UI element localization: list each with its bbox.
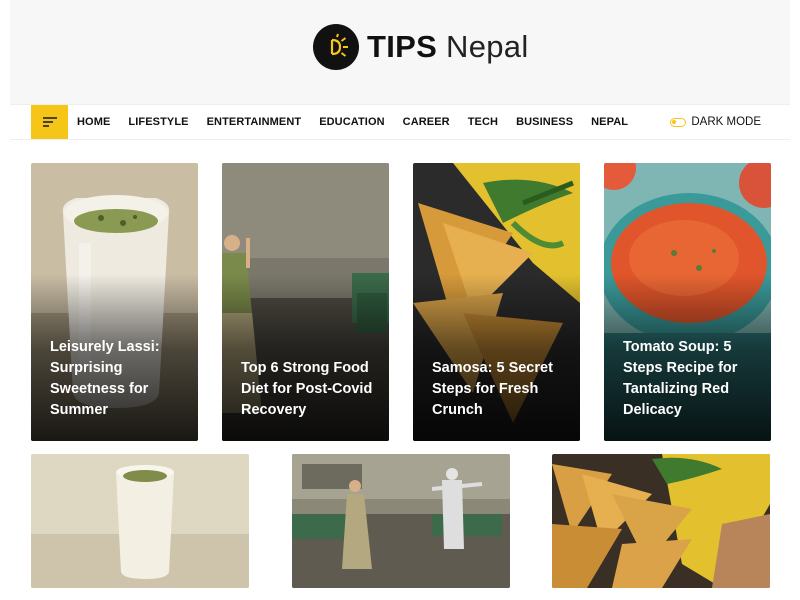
featured-card-covid-diet[interactable]: Top 6 Strong Food Diet for Post-Covid Re… [222, 163, 389, 441]
nav-item-education[interactable]: EDUCATION [319, 116, 384, 128]
dark-mode-label: DARK MODE [691, 116, 761, 128]
thumb-covid-ward[interactable] [292, 454, 510, 588]
logo-text: TIPS Nepal [367, 29, 529, 65]
site-logo[interactable]: TIPS Nepal [313, 23, 529, 71]
featured-card-tomato-soup[interactable]: Tomato Soup: 5 Steps Recipe for Tantaliz… [604, 163, 771, 441]
covid-ward-thumb-image [292, 454, 510, 588]
nav-item-home[interactable]: HOME [77, 116, 110, 128]
lassi-thumb-image [31, 454, 249, 588]
toggle-icon [670, 117, 687, 127]
main-nav: HOME LIFESTYLE ENTERTAINMENT EDUCATION C… [10, 104, 790, 140]
card-title: Leisurely Lassi: Surprising Sweetness fo… [50, 339, 160, 418]
bulb-logo-icon [313, 24, 359, 70]
card-title: Top 6 Strong Food Diet for Post-Covid Re… [241, 360, 373, 418]
menu-button[interactable] [31, 105, 68, 139]
nav-item-business[interactable]: BUSINESS [516, 116, 573, 128]
featured-card-lassi[interactable]: Leisurely Lassi: Surprising Sweetness fo… [31, 163, 198, 441]
nav-item-tech[interactable]: TECH [468, 116, 498, 128]
thumb-lassi[interactable] [31, 454, 249, 588]
nav-item-lifestyle[interactable]: LIFESTYLE [128, 116, 188, 128]
nav-items: HOME LIFESTYLE ENTERTAINMENT EDUCATION C… [77, 105, 646, 139]
logo-text-bold: TIPS [367, 29, 438, 64]
nav-item-career[interactable]: CAREER [403, 116, 450, 128]
logo-text-light: Nepal [446, 29, 529, 64]
nav-item-nepal[interactable]: NEPAL [591, 116, 628, 128]
card-title: Tomato Soup: 5 Steps Recipe for Tantaliz… [623, 339, 738, 418]
samosa-thumb-image [552, 454, 770, 588]
site-header: TIPS Nepal [10, 0, 790, 104]
featured-card-samosa[interactable]: Samosa: 5 Secret Steps for Fresh Crunch [413, 163, 580, 441]
nav-item-entertainment[interactable]: ENTERTAINMENT [207, 116, 302, 128]
thumb-samosa[interactable] [552, 454, 770, 588]
dark-mode-toggle[interactable]: DARK MODE [670, 105, 761, 139]
card-title: Samosa: 5 Secret Steps for Fresh Crunch [432, 360, 553, 418]
hamburger-icon [42, 117, 57, 127]
